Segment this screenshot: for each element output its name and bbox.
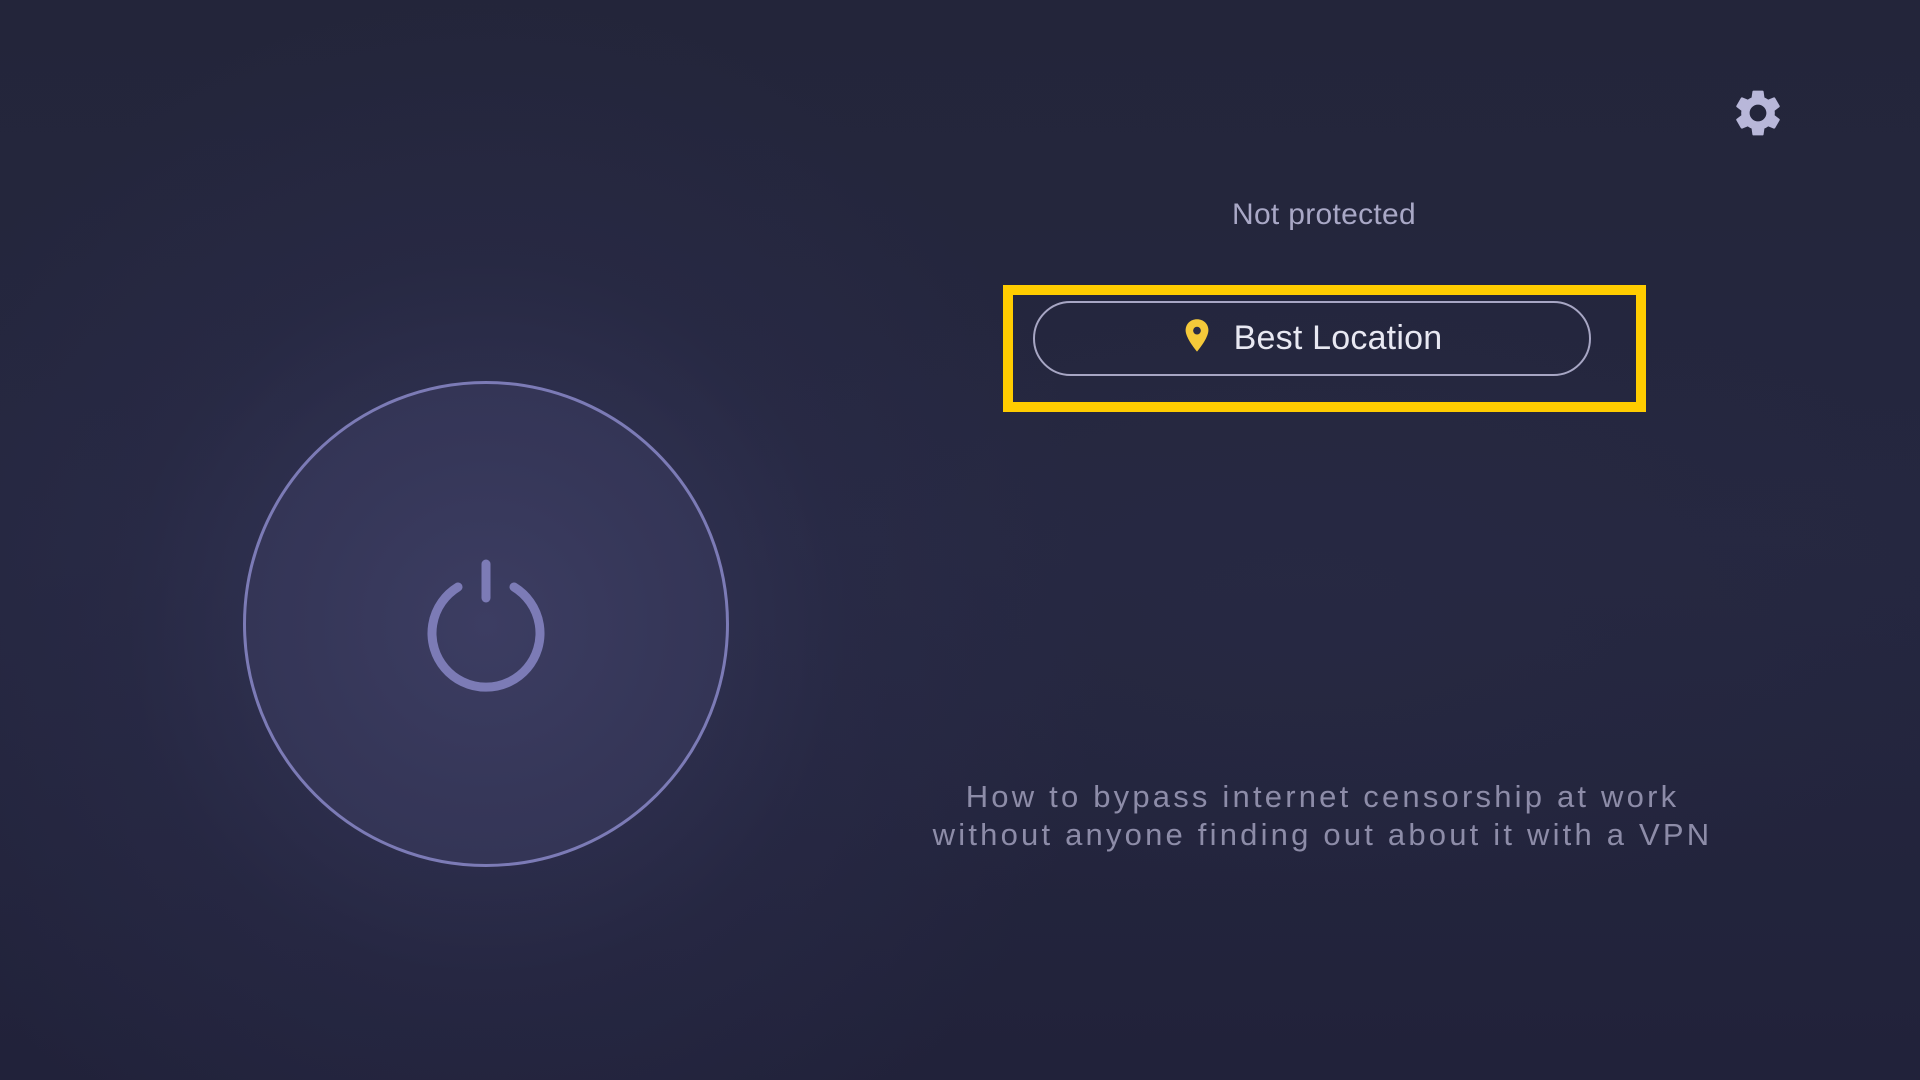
settings-button[interactable] bbox=[1725, 80, 1791, 146]
connection-status: Not protected bbox=[1231, 198, 1416, 231]
location-pin-icon bbox=[1185, 318, 1209, 352]
vpn-home-screen: Not protected Best Location How to bypas… bbox=[0, 0, 1920, 1080]
connect-power-button[interactable] bbox=[243, 381, 729, 867]
power-icon bbox=[427, 559, 545, 692]
article-link[interactable]: How to bypass internet censorship at wor… bbox=[915, 778, 1730, 854]
gear-icon bbox=[1736, 90, 1780, 136]
location-label: Best Location bbox=[1233, 319, 1443, 357]
location-selector-button[interactable]: Best Location bbox=[1033, 301, 1591, 376]
